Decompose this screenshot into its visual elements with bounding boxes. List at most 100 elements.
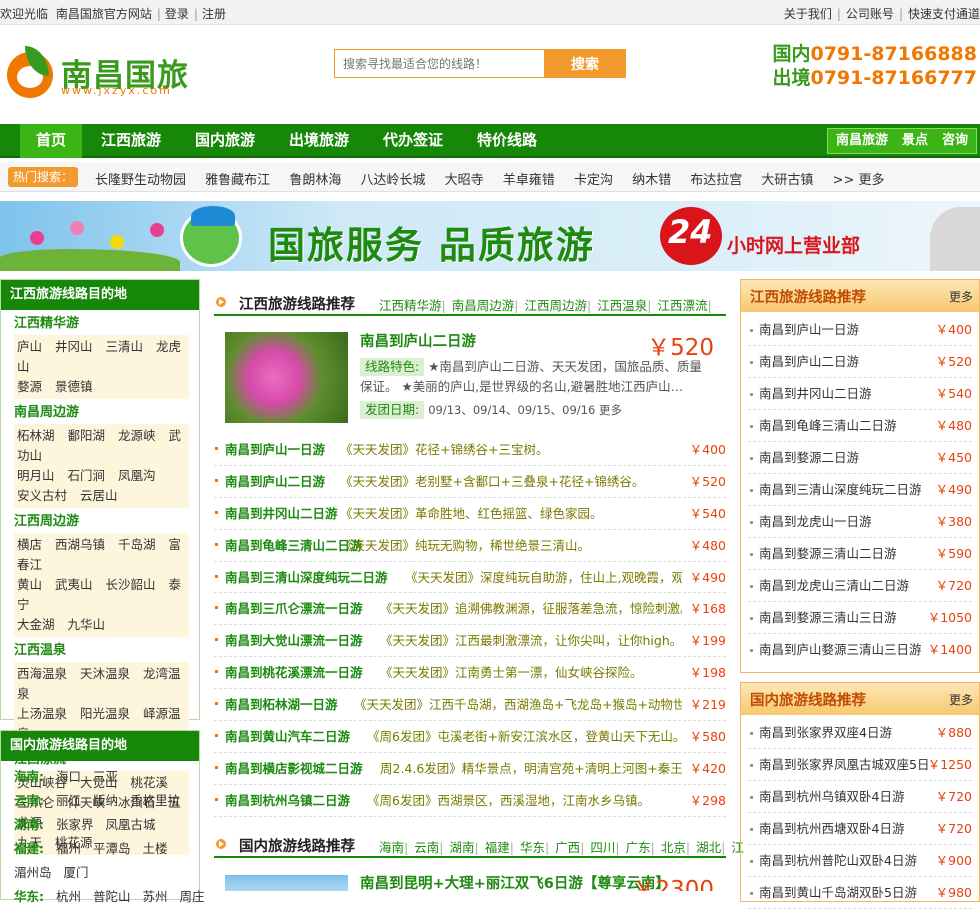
- hot-more-link[interactable]: >> 更多: [833, 173, 885, 188]
- quick-pay-link[interactable]: 快速支付通道: [908, 7, 980, 21]
- nav-consult[interactable]: 咨询: [942, 133, 968, 148]
- destination-link[interactable]: 杭州: [56, 889, 81, 904]
- site-logo[interactable]: 南昌国旅 www.jxzyx.com: [7, 46, 197, 102]
- section-tag[interactable]: 北京: [661, 840, 686, 855]
- route-row[interactable]: 南昌到龙虎山三清山二日游 ￥720: [748, 570, 972, 602]
- route-name[interactable]: 南昌到大觉山漂流一日游: [225, 625, 363, 656]
- nav-special[interactable]: 特价线路: [477, 124, 537, 158]
- route-name[interactable]: 南昌到庐山二日游: [759, 346, 859, 378]
- route-row[interactable]: 南昌到井冈山二日游 《天天发团》革命胜地、红色摇篮、绿色家园。 ￥540: [214, 498, 726, 530]
- destination-link[interactable]: 横店: [17, 537, 42, 552]
- route-row[interactable]: 南昌到庐山二日游 ￥520: [748, 346, 972, 378]
- destination-link[interactable]: 龙虎山: [17, 339, 181, 374]
- route-row[interactable]: 南昌到横店影视城二日游 周2.4.6发团》精华景点，明清宫苑+清明上河图+秦王宫。…: [214, 753, 726, 785]
- destination-link[interactable]: 明月山: [17, 468, 55, 483]
- route-name[interactable]: 南昌到横店影视城二日游: [225, 753, 363, 784]
- destination-link[interactable]: 厦门: [64, 865, 89, 880]
- route-name[interactable]: 南昌到庐山一日游: [759, 314, 859, 346]
- login-link[interactable]: 登录: [165, 7, 189, 21]
- destination-link[interactable]: 黄山: [17, 577, 42, 592]
- destination-link[interactable]: 鄱阳湖: [68, 428, 106, 443]
- route-row[interactable]: 南昌到黄山汽车二日游 《周6发团》屯溪老街+新安江滨水区，登黄山天下无山。 ￥580: [214, 721, 726, 753]
- destination-link[interactable]: 云居山: [80, 488, 118, 503]
- route-row[interactable]: 南昌到大觉山漂流一日游 《天天发团》江西最刺激漂流，让你尖叫，让你high。 ￥19…: [214, 625, 726, 658]
- route-name[interactable]: 南昌到杭州乌镇双卧4日游: [759, 781, 904, 813]
- destination-link[interactable]: 凤凰沟: [118, 468, 156, 483]
- destination-link[interactable]: 武夷山: [55, 577, 93, 592]
- more-link[interactable]: 更多: [949, 288, 973, 305]
- destination-link[interactable]: 丽江: [56, 793, 81, 808]
- section-tag[interactable]: 四川: [590, 840, 615, 855]
- hot-keyword[interactable]: 卡定沟: [574, 173, 613, 188]
- route-photo[interactable]: [225, 875, 348, 891]
- destination-link[interactable]: 香格里拉: [130, 793, 180, 808]
- register-link[interactable]: 注册: [202, 7, 226, 21]
- destination-link[interactable]: 周庄: [179, 889, 204, 904]
- category-title[interactable]: 江西精华游: [14, 313, 199, 335]
- nav-jiangxi[interactable]: 江西旅游: [101, 124, 161, 158]
- destination-link[interactable]: 大金湖: [17, 617, 55, 632]
- destination-link[interactable]: 三亚: [93, 769, 118, 784]
- category-title[interactable]: 江西周边游: [14, 511, 199, 533]
- destination-link[interactable]: 西湖乌镇: [55, 537, 105, 552]
- route-name[interactable]: 南昌到龟峰三清山二日游: [759, 410, 897, 442]
- route-name[interactable]: 南昌到婺源二日游: [759, 442, 859, 474]
- destination-link[interactable]: 湄州岛: [14, 865, 52, 880]
- route-name[interactable]: 南昌到井冈山二日游: [759, 378, 872, 410]
- nav-outbound[interactable]: 出境旅游: [289, 124, 349, 158]
- destination-link[interactable]: 阳光温泉: [80, 706, 130, 721]
- route-name[interactable]: 南昌到井冈山二日游: [225, 498, 338, 529]
- section-tag[interactable]: 江西周边游: [524, 298, 587, 313]
- nav-home[interactable]: 首页: [20, 124, 83, 158]
- route-row[interactable]: 南昌到杭州乌镇二日游 《周6发团》西湖景区，西溪湿地，江南水乡乌镇。 ￥298: [214, 785, 726, 817]
- route-name[interactable]: 南昌到黄山汽车二日游: [225, 721, 350, 752]
- destination-link[interactable]: 平潭岛: [93, 841, 131, 856]
- dates-text[interactable]: 09/13、09/14、09/15、09/16 更多: [428, 403, 622, 417]
- section-tag[interactable]: 广东: [626, 840, 651, 855]
- destination-link[interactable]: 柘林湖: [17, 428, 55, 443]
- route-name[interactable]: 南昌到杭州普陀山双卧4日游: [759, 845, 917, 877]
- destination-link[interactable]: 九华山: [68, 617, 106, 632]
- hot-keyword[interactable]: 大研古镇: [761, 173, 813, 188]
- route-row[interactable]: 南昌到龟峰三清山二日游 ￥480: [748, 410, 972, 442]
- hot-keyword[interactable]: 布达拉宫: [690, 173, 742, 188]
- destination-link[interactable]: 海口: [56, 769, 81, 784]
- nav-scenic[interactable]: 景点: [902, 133, 928, 148]
- section-tag[interactable]: 江西精华游: [379, 298, 442, 313]
- section-tag[interactable]: 海南: [379, 840, 404, 855]
- section-tag[interactable]: 湖北: [696, 840, 721, 855]
- destination-link[interactable]: 石门涧: [68, 468, 106, 483]
- route-row[interactable]: 南昌到龙虎山一日游 ￥380: [748, 506, 972, 538]
- destination-link[interactable]: 福州: [56, 841, 81, 856]
- route-row[interactable]: 南昌到黄山千岛湖双卧5日游 ￥980: [748, 877, 972, 909]
- featured-title[interactable]: 南昌到庐山二日游: [360, 330, 476, 351]
- destination-link[interactable]: 景德镇: [55, 379, 93, 394]
- route-row[interactable]: 南昌到龟峰三清山二日游 《天天发团》纯玩无购物，稀世绝景三清山。 ￥480: [214, 530, 726, 562]
- hot-keyword[interactable]: 八达岭长城: [360, 173, 425, 188]
- hot-keyword[interactable]: 羊卓雍错: [503, 173, 555, 188]
- route-name[interactable]: 南昌到庐山二日游: [225, 466, 325, 497]
- route-row[interactable]: 南昌到杭州普陀山双卧4日游 ￥900: [748, 845, 972, 877]
- route-row[interactable]: 南昌到庐山一日游 《天天发团》花径+锦绣谷+三宝树。 ￥400: [214, 434, 726, 466]
- route-row[interactable]: 南昌到桃花溪漂流一日游 《天天发团》江南勇士第一漂，仙女峡谷探险。 ￥198: [214, 657, 726, 690]
- route-name[interactable]: 南昌到杭州西塘双卧4日游: [759, 813, 904, 845]
- route-row[interactable]: 南昌到张家界双座4日游 ￥880: [748, 717, 972, 749]
- destination-link[interactable]: 三清山: [106, 339, 144, 354]
- destination-link[interactable]: 井冈山: [55, 339, 93, 354]
- about-link[interactable]: 关于我们: [784, 7, 832, 21]
- route-name[interactable]: 南昌到黄山千岛湖双卧5日游: [759, 877, 917, 909]
- route-name[interactable]: 南昌到杭州乌镇二日游: [225, 785, 350, 816]
- destination-link[interactable]: 张家界: [56, 817, 94, 832]
- route-row[interactable]: 南昌到庐山婺源三清山三日游 ￥1400: [748, 634, 972, 666]
- route-row[interactable]: 南昌到婺源三清山三日游 ￥1050: [748, 602, 972, 634]
- route-name[interactable]: 南昌到张家界凤凰古城双座5日: [759, 749, 929, 781]
- section-tag[interactable]: 湖南: [449, 840, 474, 855]
- destination-link[interactable]: 长沙韶山: [106, 577, 156, 592]
- section-tag[interactable]: 江西温泉: [597, 298, 647, 313]
- featured-title[interactable]: 南昌到昆明+大理+丽江双飞6日游【尊享云南】: [360, 872, 670, 891]
- section-tag[interactable]: 江西漂流: [657, 298, 707, 313]
- banner[interactable]: 国旅服务 品质旅游 24 小时网上营业部: [0, 201, 980, 271]
- destination-link[interactable]: 龙源峡: [118, 428, 156, 443]
- route-name[interactable]: 南昌到庐山婺源三清山三日游: [759, 634, 922, 666]
- route-name[interactable]: 南昌到三清山深度纯玩二日游: [225, 562, 388, 593]
